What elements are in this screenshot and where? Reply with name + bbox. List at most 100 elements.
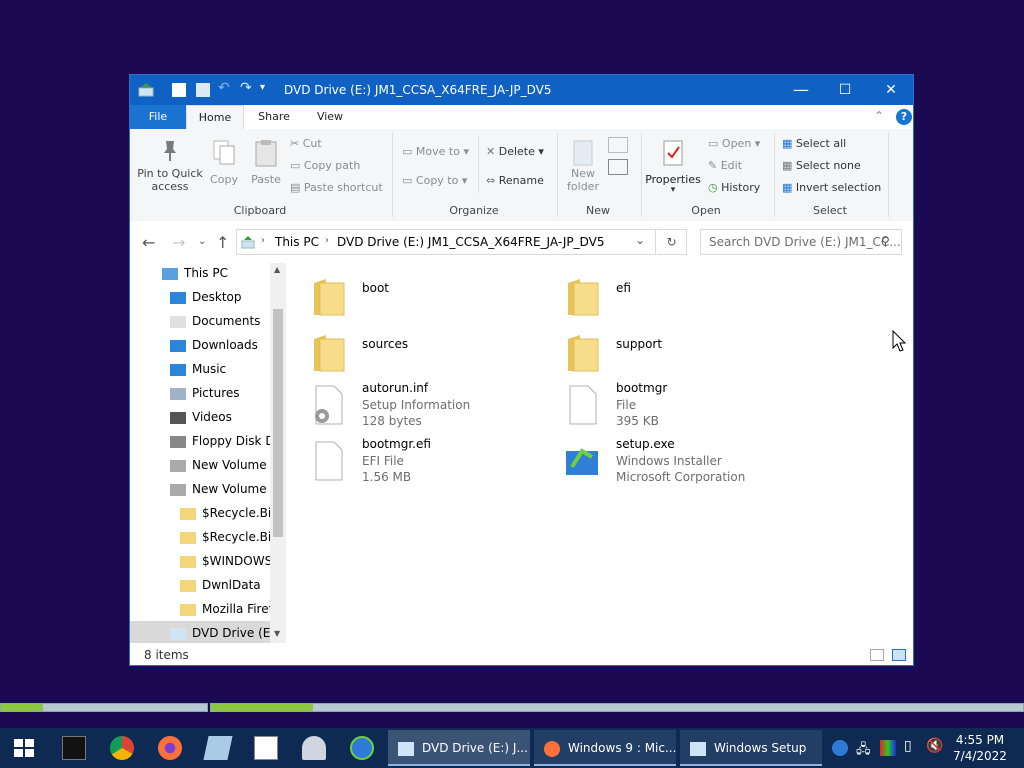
- nav-item[interactable]: This PC: [130, 263, 270, 285]
- file-item[interactable]: efi: [556, 271, 796, 323]
- select-none-button[interactable]: ▦ Select none: [782, 159, 861, 172]
- clock[interactable]: 4:55 PM 7/4/2022: [950, 732, 1010, 764]
- volume-muted-icon[interactable]: 🔇: [926, 738, 943, 754]
- file-item[interactable]: bootmgr.efi EFI File 1.56 MB: [302, 435, 542, 487]
- nav-item[interactable]: Desktop: [130, 285, 270, 309]
- file-item[interactable]: sources: [302, 327, 542, 379]
- address-dropdown-icon[interactable]: ⌄: [635, 233, 645, 247]
- scroll-up-icon[interactable]: ▲: [274, 265, 280, 274]
- open-button[interactable]: ▭ Open ▾: [708, 137, 760, 150]
- pin-quick-access-button[interactable]: Pin to Quick access: [136, 135, 204, 195]
- nav-item[interactable]: Videos: [130, 405, 270, 429]
- new-folder-quick-icon[interactable]: [196, 83, 210, 97]
- nav-item[interactable]: $WINDOWS.~: [130, 549, 286, 573]
- properties-dropdown-icon[interactable]: ▾: [644, 185, 702, 195]
- windows-start-icon[interactable]: [14, 739, 34, 757]
- task-dvd-drive[interactable]: DVD Drive (E:) J...: [388, 730, 530, 766]
- edit-button[interactable]: ✎ Edit: [708, 159, 742, 172]
- firefox-icon[interactable]: [158, 736, 182, 760]
- nav-item[interactable]: Documents: [130, 309, 270, 333]
- title-bar[interactable]: ↶ ↷ ▾ DVD Drive (E:) JM1_CCSA_X64FRE_JA-…: [130, 75, 913, 105]
- up-icon[interactable]: ↑: [216, 233, 229, 252]
- cut-button[interactable]: ✂ Cut: [290, 137, 322, 150]
- nav-item[interactable]: Pictures: [130, 381, 270, 405]
- properties-quick-icon[interactable]: [172, 83, 186, 97]
- nav-scrollbar[interactable]: ▲ ▼: [270, 263, 286, 643]
- breadcrumb-chevron-icon[interactable]: ›: [579, 235, 583, 246]
- chart-app-icon[interactable]: [254, 736, 278, 760]
- task-firefox[interactable]: Windows 9 : Mic...: [534, 730, 676, 766]
- file-item[interactable]: support: [556, 327, 796, 379]
- move-to-button[interactable]: ▭ Move to ▾: [402, 145, 469, 158]
- notes-app-icon[interactable]: [203, 736, 233, 760]
- details-view-icon[interactable]: [870, 649, 884, 661]
- tab-home[interactable]: Home: [186, 105, 244, 130]
- task-windows-setup[interactable]: Windows Setup: [680, 730, 822, 766]
- copy-to-button[interactable]: ▭ Copy to ▾: [402, 174, 467, 187]
- scroll-down-icon[interactable]: ▼: [274, 629, 280, 638]
- properties-button[interactable]: Properties ▾: [644, 135, 702, 197]
- file-item[interactable]: autorun.inf Setup Information 128 bytes: [302, 379, 542, 431]
- nav-item[interactable]: DwnlData: [130, 573, 270, 597]
- file-name: support: [616, 337, 663, 351]
- invert-selection-button[interactable]: ▦ Invert selection: [782, 181, 881, 194]
- delete-button[interactable]: ✕ Delete ▾: [486, 145, 544, 158]
- help-icon[interactable]: ?: [896, 109, 912, 125]
- address-bar[interactable]: › This PC › DVD Drive (E:) JM1_CCSA_X64F…: [236, 229, 656, 255]
- history-button[interactable]: ◷ History: [708, 181, 760, 194]
- chrome-icon[interactable]: [110, 736, 134, 760]
- easy-access-icon[interactable]: [608, 159, 628, 175]
- select-all-button[interactable]: ▦ Select all: [782, 137, 846, 150]
- maximize-button[interactable]: ☐: [822, 75, 868, 105]
- redo-icon[interactable]: ↷: [240, 80, 252, 96]
- back-icon[interactable]: ←: [142, 233, 155, 252]
- undo-icon[interactable]: ↶: [218, 80, 230, 96]
- rename-button[interactable]: ⇔ Rename: [486, 174, 544, 187]
- tray-network-icon[interactable]: 🖧: [856, 740, 871, 762]
- file-item[interactable]: setup.exe Windows Installer Microsoft Corp…: [556, 435, 796, 487]
- command-prompt-icon[interactable]: [62, 736, 86, 760]
- paint-app-icon[interactable]: [302, 736, 326, 760]
- close-button[interactable]: ✕: [868, 75, 914, 105]
- tab-share[interactable]: Share: [250, 105, 298, 129]
- nav-item[interactable]: New Volume (D: [130, 477, 284, 501]
- minimize-button[interactable]: —: [778, 75, 824, 105]
- nav-item[interactable]: Mozilla Firefo: [130, 597, 280, 621]
- breadcrumb-chevron-icon[interactable]: ›: [325, 235, 329, 246]
- refresh-button[interactable]: ↻: [657, 229, 687, 255]
- paste-shortcut-button[interactable]: ▤ Paste shortcut: [290, 181, 383, 194]
- search-input[interactable]: Search DVD Drive (E:) JM1_CC... ⚲: [700, 229, 902, 255]
- tray-display-icon[interactable]: [880, 740, 896, 756]
- folder-icon: [180, 603, 196, 616]
- nav-item[interactable]: DVD Drive (E:) .: [130, 621, 286, 643]
- customize-quick-access-icon[interactable]: ▾: [260, 82, 265, 93]
- forward-icon[interactable]: →: [172, 233, 185, 252]
- file-detail: 128 bytes: [362, 414, 422, 428]
- nav-item[interactable]: Music: [130, 357, 270, 381]
- nav-scroll-thumb[interactable]: [273, 309, 283, 537]
- tab-view[interactable]: View: [306, 105, 354, 129]
- nav-item[interactable]: $Recycle.Bin.: [130, 525, 283, 549]
- nav-item[interactable]: New Volume (C: [130, 453, 284, 477]
- large-icons-view-icon[interactable]: [892, 649, 906, 661]
- tray-usb-icon[interactable]: ▯: [904, 738, 912, 754]
- search-icon[interactable]: ⚲: [881, 234, 890, 248]
- new-item-icon[interactable]: [608, 137, 628, 153]
- nav-item[interactable]: Downloads: [130, 333, 270, 357]
- file-item[interactable]: boot: [302, 271, 542, 323]
- new-folder-button[interactable]: New folder: [562, 135, 604, 197]
- file-item[interactable]: bootmgr File 395 KB: [556, 379, 796, 431]
- network-app-icon[interactable]: [350, 736, 374, 760]
- breadcrumb-dvd-drive[interactable]: DVD Drive (E:) JM1_CCSA_X64FRE_JA-JP_DV5: [337, 235, 604, 249]
- breadcrumb-this-pc[interactable]: This PC: [275, 235, 319, 249]
- nav-item[interactable]: Floppy Disk Dri: [130, 429, 283, 453]
- recent-locations-icon[interactable]: ⌄: [198, 236, 206, 247]
- tab-file[interactable]: File: [130, 105, 186, 129]
- tray-network-app-icon[interactable]: [832, 740, 848, 756]
- copy-path-button[interactable]: ▭ Copy path: [290, 159, 360, 172]
- paste-button[interactable]: Paste: [246, 135, 286, 195]
- copy-button[interactable]: Copy: [206, 135, 242, 195]
- collapse-ribbon-icon[interactable]: ⌃: [874, 109, 884, 123]
- nav-item[interactable]: $Recycle.Bin: [130, 501, 279, 525]
- breadcrumb-chevron-icon[interactable]: ›: [261, 235, 265, 246]
